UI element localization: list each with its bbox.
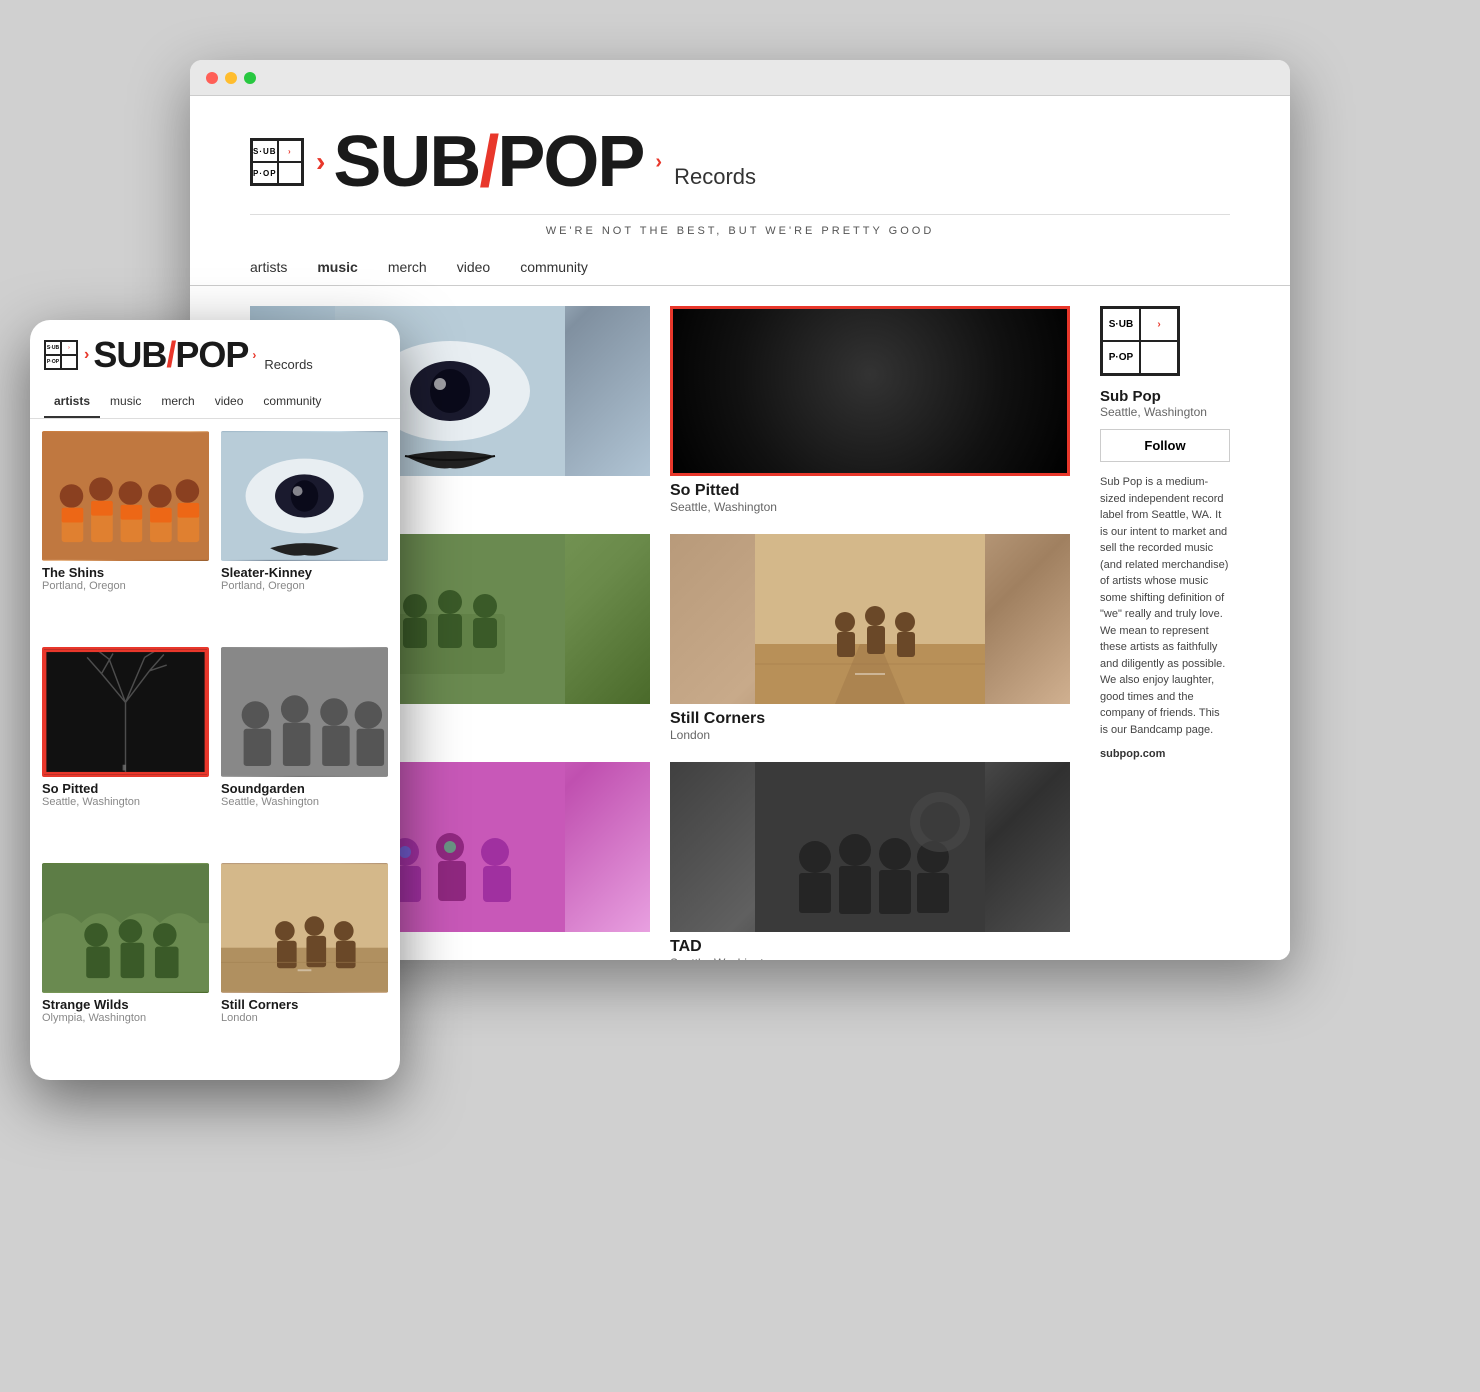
browser-titlebar [190,60,1290,96]
logo-area: S·UB › P·OP › SUB/POP › Records [250,116,1230,215]
mobile-nav-community[interactable]: community [253,386,331,418]
mobile-artist-image-soundgarden [221,647,388,777]
sidebar-label-name: Sub Pop [1100,388,1230,405]
mobile-header: S·UB › P·OP › SUB/POP › Records artists … [30,320,400,419]
logo-cell-3: P·OP [252,162,278,184]
sidebar-logo: S·UB › P·OP [1100,306,1180,376]
nav-item-music[interactable]: music [317,259,357,285]
mobile-artist-name-strange-wilds: Strange Wilds [42,997,209,1012]
mobile-logo-cell-1: S·UB [45,341,61,355]
artist-name-still-corners: Still Corners [670,710,1070,728]
sidebar-logo-cell-2: › [1140,308,1178,341]
mobile-site-title: SUB/POP [93,334,248,376]
artist-image-still-corners [670,534,1070,704]
artist-location-still-corners: London [670,728,1070,742]
minimize-dot[interactable] [225,72,237,84]
nav-item-video[interactable]: video [457,259,490,285]
header-arrow-2-icon: › [655,151,662,174]
mobile-overlay: S·UB › P·OP › SUB/POP › Records artists … [30,320,400,1080]
site-navigation: artists music merch video community [250,247,1230,285]
mobile-card-strange-wilds[interactable]: Strange Wilds Olympia, Washington [42,863,209,1067]
mobile-artist-loc-strange-wilds: Olympia, Washington [42,1012,209,1024]
mobile-artist-name-sleater-kinney: Sleater-Kinney [221,565,388,580]
mobile-logo: S·UB › P·OP [44,340,78,370]
browser-dots [206,72,256,84]
site-header: S·UB › P·OP › SUB/POP › Records WE'RE NO… [190,96,1290,286]
mobile-records-label: Records [264,357,312,376]
mobile-artist-loc-so-pitted: Seattle, Washington [42,796,209,808]
mobile-card-the-shins[interactable]: The Shins Portland, Oregon [42,431,209,635]
artist-image-so-pitted [670,306,1070,476]
sidebar-url[interactable]: subpop.com [1100,748,1230,760]
nav-item-merch[interactable]: merch [388,259,427,285]
mobile-card-so-pitted[interactable]: So Pitted Seattle, Washington [42,647,209,851]
mobile-arrow-2-icon: › [252,348,256,362]
artist-name-so-pitted: So Pitted [670,482,1070,500]
mobile-artist-loc-the-shins: Portland, Oregon [42,580,209,592]
artist-name-tad: TAD [670,938,1070,956]
close-dot[interactable] [206,72,218,84]
mobile-logo-row: S·UB › P·OP › SUB/POP › Records [44,334,386,376]
mobile-artist-image-strange-wilds [42,863,209,993]
mobile-navigation: artists music merch video community [44,386,386,418]
mobile-logo-cell-3: P·OP [45,355,61,369]
sidebar-label-location: Seattle, Washington [1100,405,1230,419]
mobile-nav-video[interactable]: video [205,386,254,418]
sidebar-logo-cell-4 [1140,341,1178,374]
mobile-artist-loc-sleater-kinney: Portland, Oregon [221,580,388,592]
artist-card-so-pitted[interactable]: So Pitted Seattle, Washington [670,306,1070,514]
site-tagline: WE'RE NOT THE BEST, BUT WE'RE PRETTY GOO… [250,215,1230,247]
mobile-artist-loc-still-corners: London [221,1012,388,1024]
mobile-logo-cell-4 [61,355,77,369]
mobile-artist-name-soundgarden: Soundgarden [221,781,388,796]
logo-cell-4 [278,162,302,184]
mobile-logo-cell-2: › [61,341,77,355]
nav-item-artists[interactable]: artists [250,259,287,285]
mobile-nav-music[interactable]: music [100,386,151,418]
follow-button[interactable]: Follow [1100,429,1230,462]
mobile-artist-image-so-pitted [42,647,209,777]
artist-location-so-pitted: Seattle, Washington [670,500,1070,514]
sidebar-logo-cell-3: P·OP [1102,341,1140,374]
mobile-artist-name-the-shins: The Shins [42,565,209,580]
artist-card-tad[interactable]: TAD Seattle, Washington [670,762,1070,960]
artist-card-still-corners[interactable]: Still Corners London [670,534,1070,742]
mobile-card-soundgarden[interactable]: Soundgarden Seattle, Washington [221,647,388,851]
subpop-logo: S·UB › P·OP [250,138,304,186]
artist-location-tad: Seattle, Washington [670,956,1070,960]
mobile-artist-name-so-pitted: So Pitted [42,781,209,796]
artist-image-tad [670,762,1070,932]
mobile-nav-artists[interactable]: artists [44,386,100,418]
mobile-arrow-icon: › [84,346,89,364]
mobile-nav-merch[interactable]: merch [151,386,204,418]
mobile-body: The Shins Portland, Oregon Sleater-Kinne… [30,419,400,1079]
mobile-artist-name-still-corners: Still Corners [221,997,388,1012]
mobile-artist-image-sleater-kinney [221,431,388,561]
sidebar-logo-cell-1: S·UB [1102,308,1140,341]
sidebar-description: Sub Pop is a medium-sized independent re… [1100,474,1230,738]
sidebar: S·UB › P·OP Sub Pop Seattle, Washington … [1100,306,1230,960]
logo-cell-2: › [278,140,302,162]
records-label: Records [674,164,756,198]
mobile-artist-loc-soundgarden: Seattle, Washington [221,796,388,808]
logo-cell-1: S·UB [252,140,278,162]
site-title: SUB/POP [333,126,643,198]
expand-dot[interactable] [244,72,256,84]
mobile-artist-image-still-corners [221,863,388,993]
mobile-card-sleater-kinney[interactable]: Sleater-Kinney Portland, Oregon [221,431,388,635]
mobile-card-still-corners[interactable]: Still Corners London [221,863,388,1067]
mobile-artist-image-the-shins [42,431,209,561]
nav-item-community[interactable]: community [520,259,588,285]
header-arrow-icon: › [316,146,325,178]
